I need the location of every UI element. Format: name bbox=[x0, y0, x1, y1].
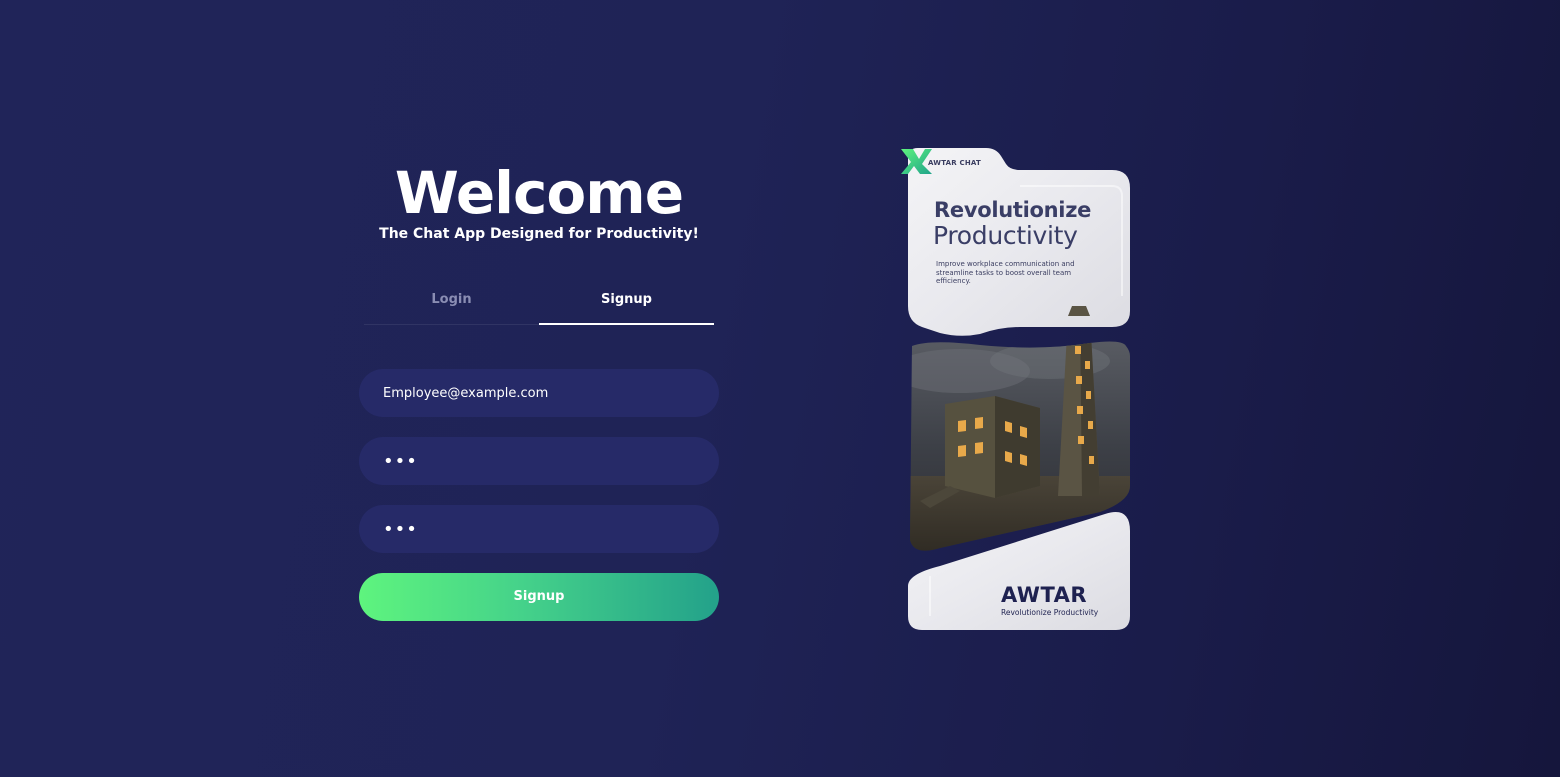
tab-login[interactable]: Login bbox=[364, 285, 539, 324]
logo-text: AWTAR bbox=[1001, 583, 1088, 607]
promo-card: AWTAR CHAT Revolutionize Productivity Im… bbox=[900, 146, 1132, 632]
page-subtitle: The Chat App Designed for Productivity! bbox=[379, 226, 699, 242]
auth-tabs: Login Signup bbox=[364, 285, 714, 325]
password-field[interactable]: ••• bbox=[359, 437, 719, 485]
promo-headline-light: Productivity bbox=[933, 221, 1078, 250]
tab-signup[interactable]: Signup bbox=[539, 285, 714, 325]
promo-headline-bold: Revolutionize bbox=[934, 198, 1092, 222]
promo-description: Improve workplace communication and stre… bbox=[936, 260, 1075, 285]
logo-tagline: Revolutionize Productivity bbox=[1001, 608, 1099, 617]
page-title: Welcome bbox=[394, 159, 684, 227]
awtar-logo-icon bbox=[901, 149, 932, 174]
email-field[interactable]: Employee@example.com bbox=[359, 369, 719, 417]
signup-button[interactable]: Signup bbox=[359, 573, 719, 621]
confirm-password-field[interactable]: ••• bbox=[359, 505, 719, 553]
signup-panel: Welcome The Chat App Designed for Produc… bbox=[359, 150, 719, 621]
